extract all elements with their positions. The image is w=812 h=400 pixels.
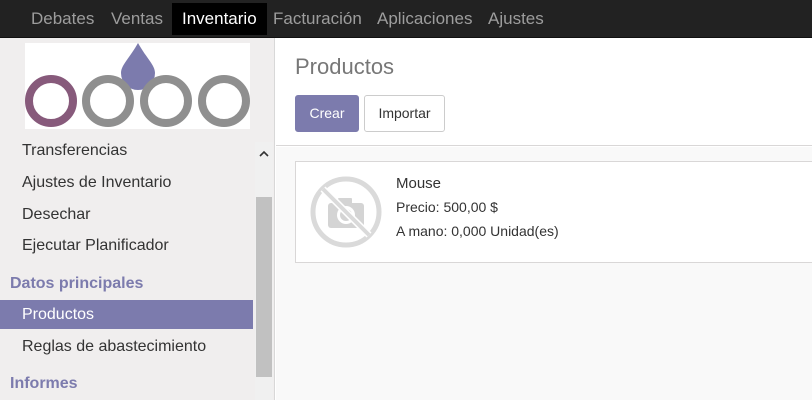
odoo-logo-icon <box>25 43 250 127</box>
page-title: Productos <box>295 54 395 79</box>
control-panel: Productos Crear Importar <box>276 38 812 146</box>
main-content: Productos Crear Importar Mouse Precio: 5… <box>276 38 812 400</box>
scroll-up-button[interactable] <box>255 142 273 164</box>
create-button[interactable]: Crear <box>295 95 359 132</box>
section-header-datos-principales: Datos principales <box>10 275 144 292</box>
sidebar-item-productos[interactable]: Productos <box>0 300 253 329</box>
no-photo-camera-icon <box>310 176 382 248</box>
sidebar: Transferencias Ajustes de Inventario Des… <box>0 38 275 400</box>
scroll-thumb[interactable] <box>256 197 272 377</box>
import-button[interactable]: Importar <box>364 95 445 132</box>
odoo-logo[interactable] <box>25 43 250 129</box>
section-header-informes: Informes <box>10 375 78 392</box>
nav-aplicaciones[interactable]: Aplicaciones <box>367 0 482 38</box>
product-on-hand: A mano: 0,000 Unidad(es) <box>396 223 559 239</box>
nav-inventario[interactable]: Inventario <box>172 3 267 35</box>
product-card[interactable]: Mouse Precio: 500,00 $ A mano: 0,000 Uni… <box>295 161 812 263</box>
nav-ventas[interactable]: Ventas <box>101 0 173 38</box>
sidebar-item-transferencias[interactable]: Transferencias <box>0 136 253 165</box>
sidebar-item-ejecutar-planificador[interactable]: Ejecutar Planificador <box>0 231 253 260</box>
nav-debates[interactable]: Debates <box>21 0 104 38</box>
sidebar-item-reglas-abastecimiento[interactable]: Reglas de abastecimiento <box>0 332 253 361</box>
kanban-view: Mouse Precio: 500,00 $ A mano: 0,000 Uni… <box>276 147 812 400</box>
sidebar-item-desechar[interactable]: Desechar <box>0 200 253 229</box>
nav-facturacion[interactable]: Facturación <box>263 0 372 38</box>
product-price: Precio: 500,00 $ <box>396 199 498 215</box>
product-name: Mouse <box>396 175 442 192</box>
sidebar-scrollbar[interactable] <box>255 142 273 400</box>
chevron-up-icon <box>259 150 269 157</box>
sidebar-item-ajustes-inventario[interactable]: Ajustes de Inventario <box>0 168 253 197</box>
top-navbar: Debates Ventas Inventario Facturación Ap… <box>0 0 812 38</box>
nav-ajustes[interactable]: Ajustes <box>478 0 554 38</box>
